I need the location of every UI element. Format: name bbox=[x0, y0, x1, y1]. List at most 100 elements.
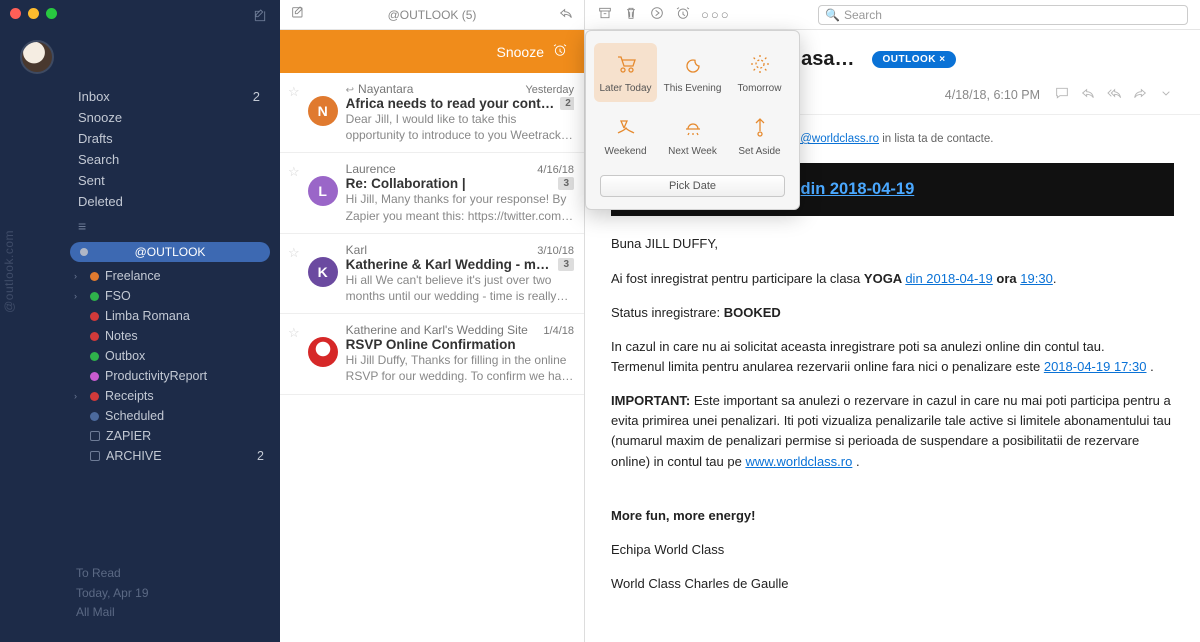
reply-all-icon[interactable] bbox=[1106, 85, 1122, 104]
snooze-option-icon bbox=[748, 114, 772, 140]
message-row[interactable]: ☆ Katherine and Karl's Wedding Site1/4/1… bbox=[280, 314, 584, 394]
folder-box-icon bbox=[90, 431, 100, 441]
star-icon[interactable]: ☆ bbox=[288, 323, 300, 384]
message-row[interactable]: ☆ K Karl3/10/18 Katherine & Karl Wedding… bbox=[280, 234, 584, 314]
class-time-link[interactable]: 19:30 bbox=[1020, 271, 1053, 286]
folder-productivityreport[interactable]: ProductivityReport bbox=[70, 366, 280, 386]
account-pill[interactable]: @OUTLOOK bbox=[70, 242, 270, 262]
sidebar-item-snooze[interactable]: Snooze bbox=[70, 107, 280, 128]
forward-icon[interactable] bbox=[1132, 85, 1148, 104]
sidebar-menu-icon[interactable]: ≡ bbox=[0, 212, 280, 238]
folder-label: ARCHIVE bbox=[106, 449, 162, 463]
maximize-window-icon[interactable] bbox=[46, 8, 57, 19]
sender-avatar bbox=[308, 337, 338, 367]
snooze-option-label: Later Today bbox=[599, 83, 651, 94]
snooze-option-this-evening[interactable]: This Evening bbox=[661, 43, 724, 102]
class-date-link[interactable]: din 2018-04-19 bbox=[905, 271, 992, 286]
chevron-icon[interactable]: › bbox=[74, 271, 84, 281]
snooze-option-weekend[interactable]: Weekend bbox=[594, 106, 657, 165]
sidebar-item-deleted[interactable]: Deleted bbox=[70, 191, 280, 212]
signoff-slogan: More fun, more energy! bbox=[611, 506, 1174, 526]
message-count-badge: 3 bbox=[558, 177, 574, 190]
folder-fso[interactable]: › FSO bbox=[70, 286, 280, 306]
snooze-option-icon bbox=[614, 114, 638, 140]
snooze-option-later-today[interactable]: Later Today bbox=[594, 43, 657, 102]
greeting: Buna JILL DUFFY, bbox=[611, 234, 1174, 254]
signoff-team: Echipa World Class bbox=[611, 540, 1174, 560]
folder-scheduled[interactable]: Scheduled bbox=[70, 406, 280, 426]
sidebar-item-label: Sent bbox=[78, 173, 105, 188]
account-vertical-label: @outlook.com bbox=[2, 230, 16, 313]
chat-icon[interactable] bbox=[1054, 85, 1070, 104]
sidebar-item-inbox[interactable]: Inbox2 bbox=[70, 86, 280, 107]
snooze-option-label: Set Aside bbox=[738, 146, 780, 157]
chevron-down-icon[interactable] bbox=[1158, 85, 1174, 104]
sidebar-item-sent[interactable]: Sent bbox=[70, 170, 280, 191]
folder-label: ProductivityReport bbox=[105, 369, 207, 383]
message-from: ↩Nayantara bbox=[346, 82, 414, 96]
star-icon[interactable]: ☆ bbox=[288, 162, 300, 223]
status-dot-icon bbox=[80, 248, 88, 256]
signoff-location: World Class Charles de Gaulle bbox=[611, 574, 1174, 594]
folder-label: Notes bbox=[105, 329, 138, 343]
close-window-icon[interactable] bbox=[10, 8, 21, 19]
pick-date-button[interactable]: Pick Date bbox=[600, 175, 785, 197]
folder-archive[interactable]: ARCHIVE2 bbox=[70, 446, 280, 466]
star-icon[interactable]: ☆ bbox=[288, 82, 300, 143]
folder-dot-icon bbox=[90, 332, 99, 341]
snooze-popover: Later Today This EveningTomorrow WeekendNe… bbox=[585, 30, 800, 210]
window-controls[interactable] bbox=[10, 8, 57, 19]
search-input[interactable]: 🔍 Search bbox=[818, 5, 1188, 25]
edit-icon[interactable] bbox=[290, 5, 306, 24]
folder-dot-icon bbox=[90, 412, 99, 421]
message-row[interactable]: ☆ L Laurence4/16/18 Re: Collaboration |3… bbox=[280, 153, 584, 233]
chevron-icon[interactable]: › bbox=[74, 291, 84, 301]
account-badge[interactable]: OUTLOOK × bbox=[872, 51, 955, 68]
trash-icon[interactable] bbox=[623, 5, 639, 24]
chevron-icon[interactable]: › bbox=[74, 391, 84, 401]
folder-freelance[interactable]: › Freelance bbox=[70, 266, 280, 286]
message-date: Yesterday bbox=[525, 84, 574, 96]
move-icon[interactable] bbox=[649, 5, 665, 24]
folder-receipts[interactable]: › Receipts bbox=[70, 386, 280, 406]
worldclass-link[interactable]: www.worldclass.ro bbox=[745, 454, 852, 469]
folder-label: Freelance bbox=[105, 269, 161, 283]
folder-dot-icon bbox=[90, 372, 99, 381]
folder-notes[interactable]: Notes bbox=[70, 326, 280, 346]
folder-label: Receipts bbox=[105, 389, 154, 403]
clock-icon bbox=[552, 42, 568, 61]
footer-today[interactable]: Today, Apr 19 bbox=[76, 584, 280, 603]
reader-toolbar: ○○○ 🔍 Search bbox=[585, 0, 1200, 30]
snooze-icon[interactable] bbox=[675, 5, 691, 24]
folder-limba romana[interactable]: Limba Romana bbox=[70, 306, 280, 326]
deadline-link[interactable]: 2018-04-19 17:30 bbox=[1044, 359, 1147, 374]
compose-icon[interactable] bbox=[252, 8, 268, 27]
snooze-option-tomorrow[interactable]: Tomorrow bbox=[728, 43, 791, 102]
user-avatar[interactable] bbox=[20, 40, 54, 74]
reply-icon[interactable] bbox=[558, 5, 574, 24]
message-preview: Dear Jill, I would like to take this opp… bbox=[346, 111, 574, 143]
footer-allmail[interactable]: All Mail bbox=[76, 603, 280, 622]
more-icon[interactable]: ○○○ bbox=[701, 7, 731, 22]
message-subject: Re: Collaboration | bbox=[346, 176, 466, 191]
snooze-header-label: Snooze bbox=[497, 44, 544, 60]
folder-zapier[interactable]: ZAPIER bbox=[70, 426, 280, 446]
message-subject: Katherine & Karl Wedding - m… bbox=[346, 257, 550, 272]
banner-date-link[interactable]: din 2018-04-19 bbox=[801, 180, 915, 198]
sidebar-item-search[interactable]: Search bbox=[70, 149, 280, 170]
sender-avatar: N bbox=[308, 96, 338, 126]
message-subject: RSVP Online Confirmation bbox=[346, 337, 516, 352]
minimize-window-icon[interactable] bbox=[28, 8, 39, 19]
reply-icon[interactable] bbox=[1080, 85, 1096, 104]
folder-outbox[interactable]: Outbox bbox=[70, 346, 280, 366]
archive-icon[interactable] bbox=[597, 5, 613, 24]
snooze-option-next-week[interactable]: Next Week bbox=[661, 106, 724, 165]
sidebar-item-drafts[interactable]: Drafts bbox=[70, 128, 280, 149]
folder-label: FSO bbox=[105, 289, 131, 303]
folder-label: Outbox bbox=[105, 349, 145, 363]
snooze-option-set-aside[interactable]: Set Aside bbox=[728, 106, 791, 165]
msglist-toolbar: @OUTLOOK (5) bbox=[280, 0, 584, 30]
message-row[interactable]: ☆ N ↩NayantaraYesterday Africa needs to … bbox=[280, 73, 584, 153]
star-icon[interactable]: ☆ bbox=[288, 243, 300, 304]
footer-toread[interactable]: To Read bbox=[76, 564, 280, 583]
